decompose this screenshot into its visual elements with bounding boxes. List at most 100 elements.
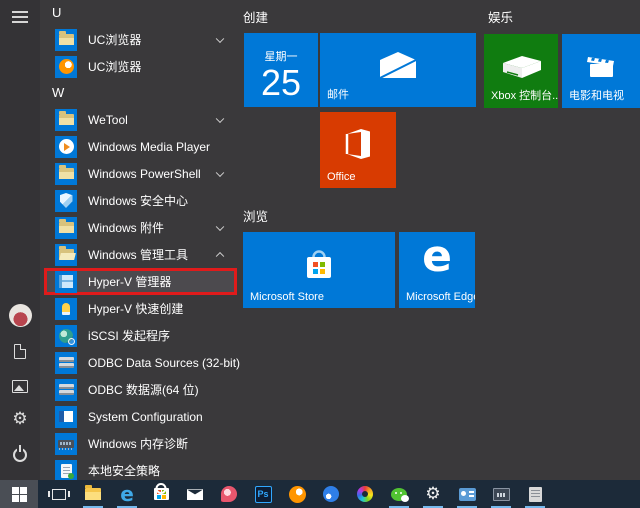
- file-explorer-button[interactable]: [80, 480, 106, 508]
- edge-icon: e: [120, 484, 134, 504]
- app-label: Windows Media Player: [88, 140, 210, 154]
- documents-button[interactable]: [0, 336, 40, 366]
- color-wheel-button[interactable]: [352, 480, 378, 508]
- memory-chip-icon: [58, 440, 74, 448]
- document-book-button[interactable]: [522, 480, 548, 508]
- app-row-security-center[interactable]: Windows 安全中心: [44, 187, 237, 214]
- calendar-tile[interactable]: 星期一 25: [244, 33, 318, 107]
- app-label: Hyper-V 管理器: [88, 273, 171, 290]
- photoshop-button[interactable]: Ps: [250, 480, 276, 508]
- task-view-icon: [52, 489, 66, 500]
- app-row-system-configuration[interactable]: System Configuration: [44, 403, 237, 430]
- tile-label: Office: [327, 171, 356, 183]
- app-icon-backplate: [55, 325, 77, 347]
- group-title-entertainment: 娱乐: [488, 7, 513, 26]
- mail-tile[interactable]: 邮件: [320, 33, 476, 107]
- photoshop-icon: Ps: [255, 486, 272, 503]
- app-icon-backplate: [55, 433, 77, 455]
- app-label: WeTool: [88, 113, 128, 127]
- microsoft-edge-tile[interactable]: e Microsoft Edge: [399, 232, 475, 308]
- folder-icon: [59, 114, 74, 125]
- app-label: ODBC Data Sources (32-bit): [88, 356, 240, 370]
- app-label: Windows 附件: [88, 219, 164, 236]
- windows-logo-icon: [12, 487, 27, 502]
- app-row-powershell[interactable]: Windows PowerShell: [44, 160, 237, 187]
- app-row-hyperv-quick-create[interactable]: Hyper-V 快速创建: [44, 295, 237, 322]
- group-title-create: 创建: [243, 7, 268, 26]
- hyperv-icon: [59, 275, 73, 288]
- app-row-wetool[interactable]: WeTool: [44, 106, 237, 133]
- mail-icon: [187, 489, 203, 500]
- globe-magnifier-icon: [59, 329, 73, 343]
- taskbar: e Ps ⚙: [0, 480, 640, 508]
- letter-header-u[interactable]: U: [40, 0, 237, 26]
- taskbar-settings-button[interactable]: ⚙: [420, 480, 446, 508]
- group-title-browse: 浏览: [243, 206, 268, 225]
- settings-button[interactable]: ⚙: [0, 404, 40, 434]
- app-row-memory-diagnostic[interactable]: Windows 内存诊断: [44, 430, 237, 457]
- thunder-button[interactable]: [318, 480, 344, 508]
- chevron-up-icon[interactable]: [216, 251, 224, 259]
- app-row-hyperv-manager[interactable]: Hyper-V 管理器: [44, 268, 237, 295]
- power-button[interactable]: [0, 440, 40, 470]
- office-tile[interactable]: Office: [320, 112, 396, 188]
- contact-card-button[interactable]: [454, 480, 480, 508]
- file-explorer-icon: [85, 488, 101, 500]
- app-row-odbc-32[interactable]: ODBC Data Sources (32-bit): [44, 349, 237, 376]
- drive-stack-icon: [59, 357, 74, 368]
- user-account-button[interactable]: [0, 300, 40, 330]
- chevron-down-icon[interactable]: [216, 168, 224, 176]
- xbox-tile[interactable]: Xbox 控制台...: [484, 34, 558, 108]
- app-row-uc-browser[interactable]: UC浏览器: [44, 53, 237, 80]
- app-row-odbc-64[interactable]: ODBC 数据源(64 位): [44, 376, 237, 403]
- edge-button[interactable]: e: [114, 480, 140, 508]
- pictures-icon: [12, 380, 28, 393]
- task-view-button[interactable]: [46, 480, 72, 508]
- foxmail-button[interactable]: [216, 480, 242, 508]
- app-icon-backplate: [55, 406, 77, 428]
- app-icon-backplate: [55, 163, 77, 185]
- store-button[interactable]: [148, 480, 174, 508]
- app-label: System Configuration: [88, 410, 203, 424]
- chevron-down-icon[interactable]: [216, 114, 224, 122]
- mail-button[interactable]: [182, 480, 208, 508]
- app-row-uc-browser-folder[interactable]: UC浏览器: [44, 26, 237, 53]
- letter-header-w[interactable]: W: [40, 80, 237, 106]
- app-label: Windows 内存诊断: [88, 435, 188, 452]
- folder-icon: [59, 34, 74, 45]
- wechat-button[interactable]: [386, 480, 412, 508]
- start-button[interactable]: [0, 480, 38, 508]
- contact-card-icon: [459, 488, 476, 501]
- chevron-down-icon[interactable]: [216, 222, 224, 230]
- app-label: iSCSI 发起程序: [88, 327, 170, 344]
- expand-menu-button[interactable]: [0, 2, 40, 32]
- app-icon-backplate: [55, 379, 77, 401]
- thunder-icon: [323, 486, 339, 502]
- app-row-iscsi[interactable]: iSCSI 发起程序: [44, 322, 237, 349]
- microsoft-store-tile[interactable]: Microsoft Store: [243, 232, 395, 308]
- monitor-tool-button[interactable]: [488, 480, 514, 508]
- uc-browser-button[interactable]: [284, 480, 310, 508]
- system-window-icon: [59, 411, 73, 422]
- hamburger-menu-icon: [12, 11, 28, 23]
- app-row-media-player[interactable]: Windows Media Player: [44, 133, 237, 160]
- mail-envelope-icon: [379, 51, 417, 79]
- folder-icon: [59, 222, 74, 233]
- app-icon-backplate: [55, 190, 77, 212]
- app-label: UC浏览器: [88, 31, 141, 48]
- foxmail-icon: [221, 486, 237, 502]
- tile-label: Xbox 控制台...: [491, 87, 558, 103]
- app-label: Windows PowerShell: [88, 167, 201, 181]
- monitor-tool-icon: [493, 488, 510, 501]
- color-wheel-icon: [357, 486, 373, 502]
- app-row-accessories[interactable]: Windows 附件: [44, 214, 237, 241]
- clapperboard-icon: [585, 51, 617, 81]
- hyperv-quick-icon: [62, 303, 70, 315]
- media-player-icon: [59, 139, 74, 154]
- chevron-down-icon[interactable]: [216, 34, 224, 42]
- app-icon-backplate: [55, 298, 77, 320]
- movies-tv-tile[interactable]: 电影和电视: [562, 34, 640, 108]
- user-avatar: [9, 304, 32, 327]
- pictures-button[interactable]: [0, 371, 40, 401]
- app-row-admin-tools[interactable]: Windows 管理工具: [44, 241, 237, 268]
